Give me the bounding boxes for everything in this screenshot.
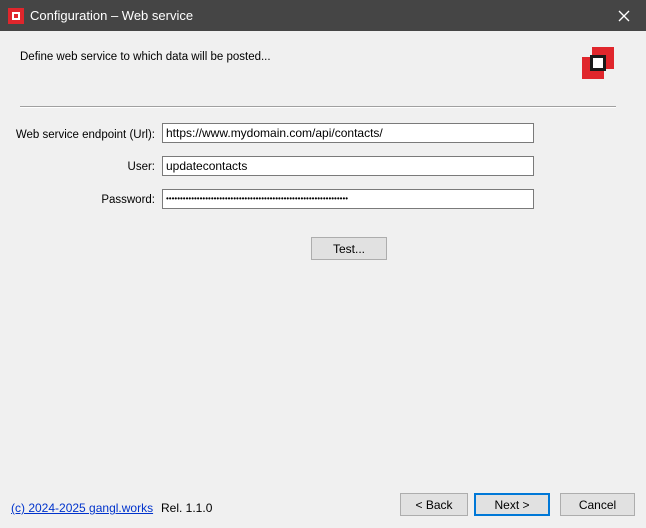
password-label: Password: bbox=[101, 194, 155, 206]
app-logo-icon bbox=[8, 8, 24, 24]
header-divider bbox=[20, 106, 616, 108]
back-button[interactable]: < Back bbox=[400, 493, 468, 516]
close-button[interactable] bbox=[602, 0, 646, 31]
test-button[interactable]: Test... bbox=[311, 237, 387, 260]
title-bar[interactable]: Configuration – Web service bbox=[0, 0, 646, 31]
copyright-link[interactable]: (c) 2024-2025 gangl.works bbox=[11, 501, 153, 515]
header-description: Define web service to which data will be… bbox=[20, 51, 271, 63]
brand-logo-icon bbox=[582, 47, 614, 79]
next-button[interactable]: Next > bbox=[474, 493, 550, 516]
password-input[interactable]: ••••••••••••••••••••••••••••••••••••••••… bbox=[162, 189, 534, 209]
config-dialog: Configuration – Web service Define web s… bbox=[0, 0, 646, 528]
release-version: Rel. 1.1.0 bbox=[161, 501, 213, 515]
endpoint-label: Web service endpoint (Url): bbox=[15, 129, 155, 141]
endpoint-input[interactable]: https://www.mydomain.com/api/contacts/ bbox=[162, 123, 534, 143]
close-icon bbox=[618, 10, 630, 21]
cancel-button[interactable]: Cancel bbox=[560, 493, 635, 516]
window-title: Configuration – Web service bbox=[30, 8, 194, 23]
user-label: User: bbox=[127, 161, 155, 173]
user-input[interactable]: updatecontacts bbox=[162, 156, 534, 176]
